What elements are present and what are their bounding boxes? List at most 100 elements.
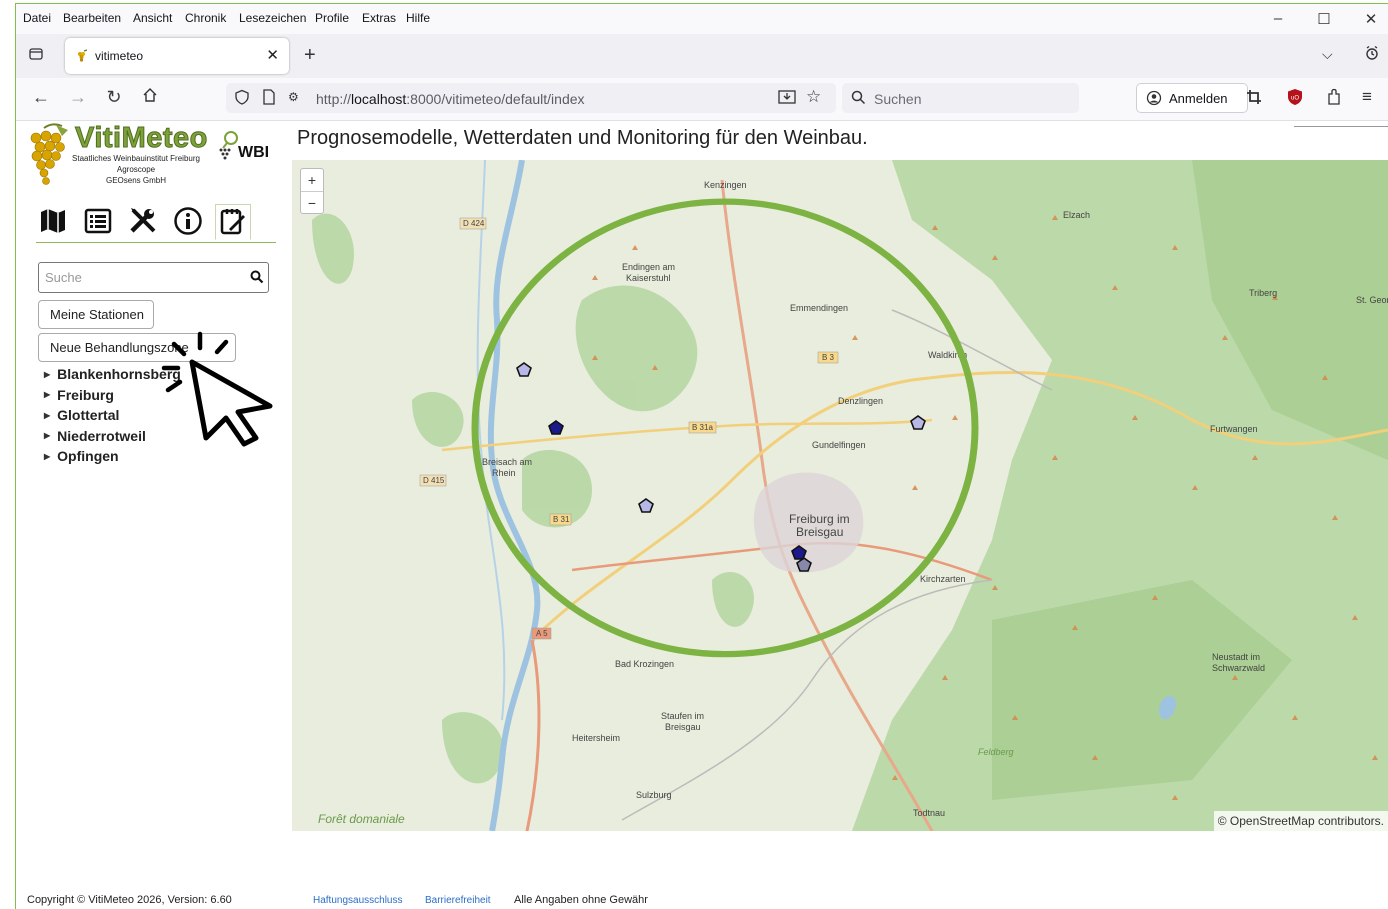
navigation-bar: ← → ↻ ⚙ http://localhost:8000/vitimeteo/…	[16, 78, 1388, 121]
map-zoom-control: + −	[300, 168, 324, 214]
vitimeteo-logo[interactable]: VitiMeteo Staatliches Weinbauinstitut Fr…	[26, 122, 276, 190]
footer-link-accessibility[interactable]: Barrierefreiheit	[425, 895, 491, 906]
place-label: Breisgau	[665, 722, 701, 732]
menu-hilfe[interactable]: Hilfe	[406, 11, 430, 25]
expand-triangle-icon[interactable]: ▶	[44, 431, 50, 440]
map-view[interactable]: Kenzingen Endingen am Kaiserstuhl Emmend…	[292, 160, 1388, 831]
place-label: Furtwangen	[1210, 424, 1258, 434]
tab-list-chevron-icon[interactable]: ⌵	[1322, 46, 1333, 63]
footer-copyright: Copyright © VitiMeteo 2026, Version: 6.6…	[27, 894, 232, 906]
place-label: Breisgau	[796, 525, 843, 539]
logo-line-2: Agroscope	[116, 165, 156, 174]
zoom-out-button[interactable]: −	[301, 192, 323, 214]
menu-extras[interactable]: Extras	[362, 11, 396, 25]
place-label: Feldberg	[978, 747, 1014, 757]
url-text[interactable]: http://localhost:8000/vitimeteo/default/…	[316, 91, 585, 107]
place-label: Emmendingen	[790, 303, 848, 313]
new-tab-icon[interactable]: +	[304, 44, 316, 67]
extensions-icon[interactable]	[1326, 88, 1342, 111]
home-icon[interactable]	[139, 87, 161, 108]
zoom-in-button[interactable]: +	[301, 169, 323, 192]
place-label: Rhein	[492, 468, 516, 478]
expand-triangle-icon[interactable]: ▶	[44, 390, 50, 399]
road-label: A 5	[536, 629, 548, 638]
place-label: Staufen im	[661, 711, 704, 721]
list-icon[interactable]	[81, 204, 115, 238]
my-stations-button[interactable]: Meine Stationen	[38, 300, 154, 329]
signin-button[interactable]: Anmelden	[1136, 83, 1248, 113]
tools-icon[interactable]	[126, 204, 160, 238]
crop-icon[interactable]	[1246, 89, 1262, 110]
bookmark-star-icon[interactable]: ☆	[806, 87, 821, 107]
tab-title: vitimeteo	[95, 49, 144, 63]
permissions-icon[interactable]: ⚙	[288, 90, 299, 104]
place-label: Forêt domaniale	[318, 812, 405, 826]
place-label: Schwarzwald	[1212, 663, 1265, 673]
click-cursor-icon	[161, 331, 273, 447]
map-attribution[interactable]: © OpenStreetMap contributors.	[1213, 811, 1388, 831]
ublock-icon[interactable]: uO	[1287, 88, 1303, 111]
account-icon	[1146, 90, 1162, 111]
station-search-input[interactable]: Suche	[38, 262, 269, 293]
reload-icon[interactable]: ↻	[103, 87, 125, 108]
wbi-label: WBI	[238, 144, 270, 161]
road-label: B 31	[553, 515, 570, 524]
place-label: St. Geor	[1356, 295, 1388, 305]
place-label: Gundelfingen	[812, 440, 866, 450]
station-search-placeholder: Suche	[45, 270, 82, 285]
menu-datei[interactable]: Datei	[23, 11, 51, 25]
reader-view-icon[interactable]	[778, 89, 796, 110]
place-label: Denzlingen	[838, 396, 883, 406]
place-label: Bad Krozingen	[615, 659, 674, 669]
menu-chronik[interactable]: Chronik	[185, 11, 226, 25]
tab-overview-icon[interactable]	[28, 46, 44, 67]
place-label: Breisach am	[482, 457, 532, 467]
footer-note: Alle Angaben ohne Gewähr	[514, 894, 648, 906]
expand-triangle-icon[interactable]: ▶	[44, 370, 50, 379]
place-label: Freiburg im	[789, 512, 850, 526]
info-icon[interactable]	[171, 204, 205, 238]
close-window-icon[interactable]: ✕	[1361, 10, 1381, 28]
map-icon[interactable]	[36, 204, 70, 238]
close-tab-icon[interactable]: ✕	[266, 46, 279, 64]
search-icon[interactable]	[250, 270, 264, 289]
logo-subtitle: Staatliches Weinbauinstitut Freiburg Agr…	[66, 153, 206, 186]
place-label: Elzach	[1063, 210, 1090, 220]
menu-ansicht[interactable]: Ansicht	[133, 11, 172, 25]
back-icon[interactable]: ←	[30, 87, 52, 108]
place-label: Triberg	[1249, 288, 1277, 298]
page-icon[interactable]	[262, 89, 276, 110]
menu-profile[interactable]: Profile	[315, 11, 349, 25]
svg-text:uO: uO	[1291, 96, 1299, 102]
app-menu-icon[interactable]: ≡	[1362, 87, 1372, 107]
minimize-icon[interactable]: –	[1268, 10, 1288, 27]
sidebar-toolbar	[36, 202, 276, 243]
tab-vitimeteo[interactable]: vitimeteo ✕	[65, 38, 289, 74]
tab-bar: vitimeteo ✕ + ⌵	[16, 34, 1388, 78]
footer-link-disclaimer[interactable]: Haftungsausschluss	[313, 895, 403, 906]
forward-icon[interactable]: →	[67, 87, 89, 108]
tree-item-opfingen[interactable]: ▶ Opfingen	[44, 446, 181, 467]
menu-lesezeichen[interactable]: Lesezeichen	[239, 11, 306, 25]
map-canvas[interactable]: Kenzingen Endingen am Kaiserstuhl Emmend…	[292, 160, 1388, 831]
road-label: D 415	[423, 476, 445, 485]
shield-tracking-icon[interactable]	[234, 89, 250, 110]
place-label: Neustadt im	[1212, 652, 1260, 662]
url-bar[interactable]: ⚙ http://localhost:8000/vitimeteo/defaul…	[226, 83, 836, 113]
place-label: Kenzingen	[704, 180, 747, 190]
page-title: Prognosemodelle, Wetterdaten und Monitor…	[297, 127, 868, 149]
notes-icon[interactable]	[215, 204, 251, 240]
maximize-icon[interactable]: ☐	[1314, 10, 1334, 28]
place-label: Todtnau	[913, 808, 945, 818]
browser-search-bar[interactable]: Suchen	[842, 83, 1079, 113]
expand-triangle-icon[interactable]: ▶	[44, 452, 50, 461]
logo-line-1: Staatliches Weinbauinstitut Freiburg	[72, 154, 200, 163]
logo-title: VitiMeteo	[75, 122, 208, 155]
road-label: B 3	[822, 353, 835, 362]
menu-bar: Datei Bearbeiten Ansicht Chronik Lesezei…	[16, 4, 1388, 34]
alarm-icon[interactable]	[1364, 45, 1380, 66]
place-label: Heitersheim	[572, 733, 620, 743]
road-label: D 424	[463, 219, 485, 228]
menu-bearbeiten[interactable]: Bearbeiten	[63, 11, 121, 25]
expand-triangle-icon[interactable]: ▶	[44, 411, 50, 420]
